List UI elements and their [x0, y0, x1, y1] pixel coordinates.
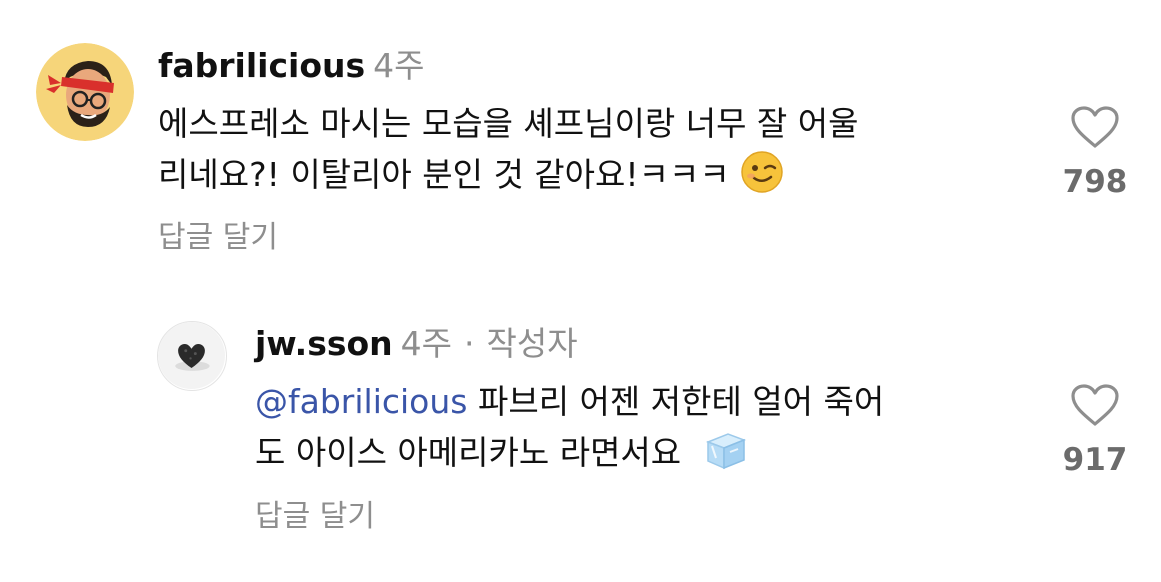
reply-item: jw.sson 4주 · 작성자 @fabrilicious 파브리 어젠 저한테 얼…: [0, 290, 1161, 582]
ice-cube-icon: [702, 428, 748, 486]
comment-text-segment: 리네요?! 이탈리아 분인 것 같아요!ㅋㅋㅋ: [158, 155, 730, 194]
comment-text-line: 도 아이스 아메리카노 라면서요: [255, 427, 884, 486]
avatar[interactable]: [157, 321, 227, 391]
comment-header: jw.sson 4주 · 작성자: [255, 324, 578, 364]
reply-button[interactable]: 답글 달기: [158, 220, 278, 256]
timestamp: 4주: [400, 324, 453, 363]
avatar-illustration: [36, 43, 134, 141]
heart-icon[interactable]: [1050, 105, 1140, 149]
username[interactable]: fabrilicious: [158, 46, 365, 85]
like-count: 798: [1062, 164, 1128, 200]
username[interactable]: jw.sson: [255, 324, 393, 363]
like-control: 798: [1050, 105, 1140, 201]
mention-link[interactable]: @fabrilicious: [255, 382, 467, 421]
comment-item: fabrilicious 4주 에스프레소 마시는 모습을 셰프님이랑 너무 잘 …: [0, 0, 1161, 290]
comment-text-line: @fabrilicious 파브리 어젠 저한테 얼어 죽어: [255, 376, 884, 427]
heart-icon[interactable]: [1050, 383, 1140, 427]
comment-text-segment: 파브리 어젠 저한테 얼어 죽어: [467, 382, 885, 421]
comment-text: 에스프레소 마시는 모습을 셰프님이랑 너무 잘 어울 리네요?! 이탈리아 분…: [158, 98, 859, 208]
comment-text-segment: 도 아이스 아메리카노 라면서요: [255, 433, 682, 472]
winking-face-icon: [740, 150, 784, 208]
reply-button[interactable]: 답글 달기: [255, 499, 375, 535]
meta-separator: ·: [464, 324, 475, 363]
like-control: 917: [1050, 383, 1140, 479]
comment-text-line: 에스프레소 마시는 모습을 셰프님이랑 너무 잘 어울: [158, 104, 859, 143]
comment-header: fabrilicious 4주: [158, 46, 425, 86]
comment-text-line: 리네요?! 이탈리아 분인 것 같아요!ㅋㅋㅋ: [158, 149, 859, 208]
timestamp: 4주: [373, 46, 425, 85]
comment-text: @fabrilicious 파브리 어젠 저한테 얼어 죽어 도 아이스 아메리…: [255, 376, 884, 486]
avatar[interactable]: [36, 43, 134, 141]
author-badge: 작성자: [486, 324, 578, 363]
like-count: 917: [1062, 442, 1128, 478]
heart-truffle-illustration: [158, 322, 225, 389]
